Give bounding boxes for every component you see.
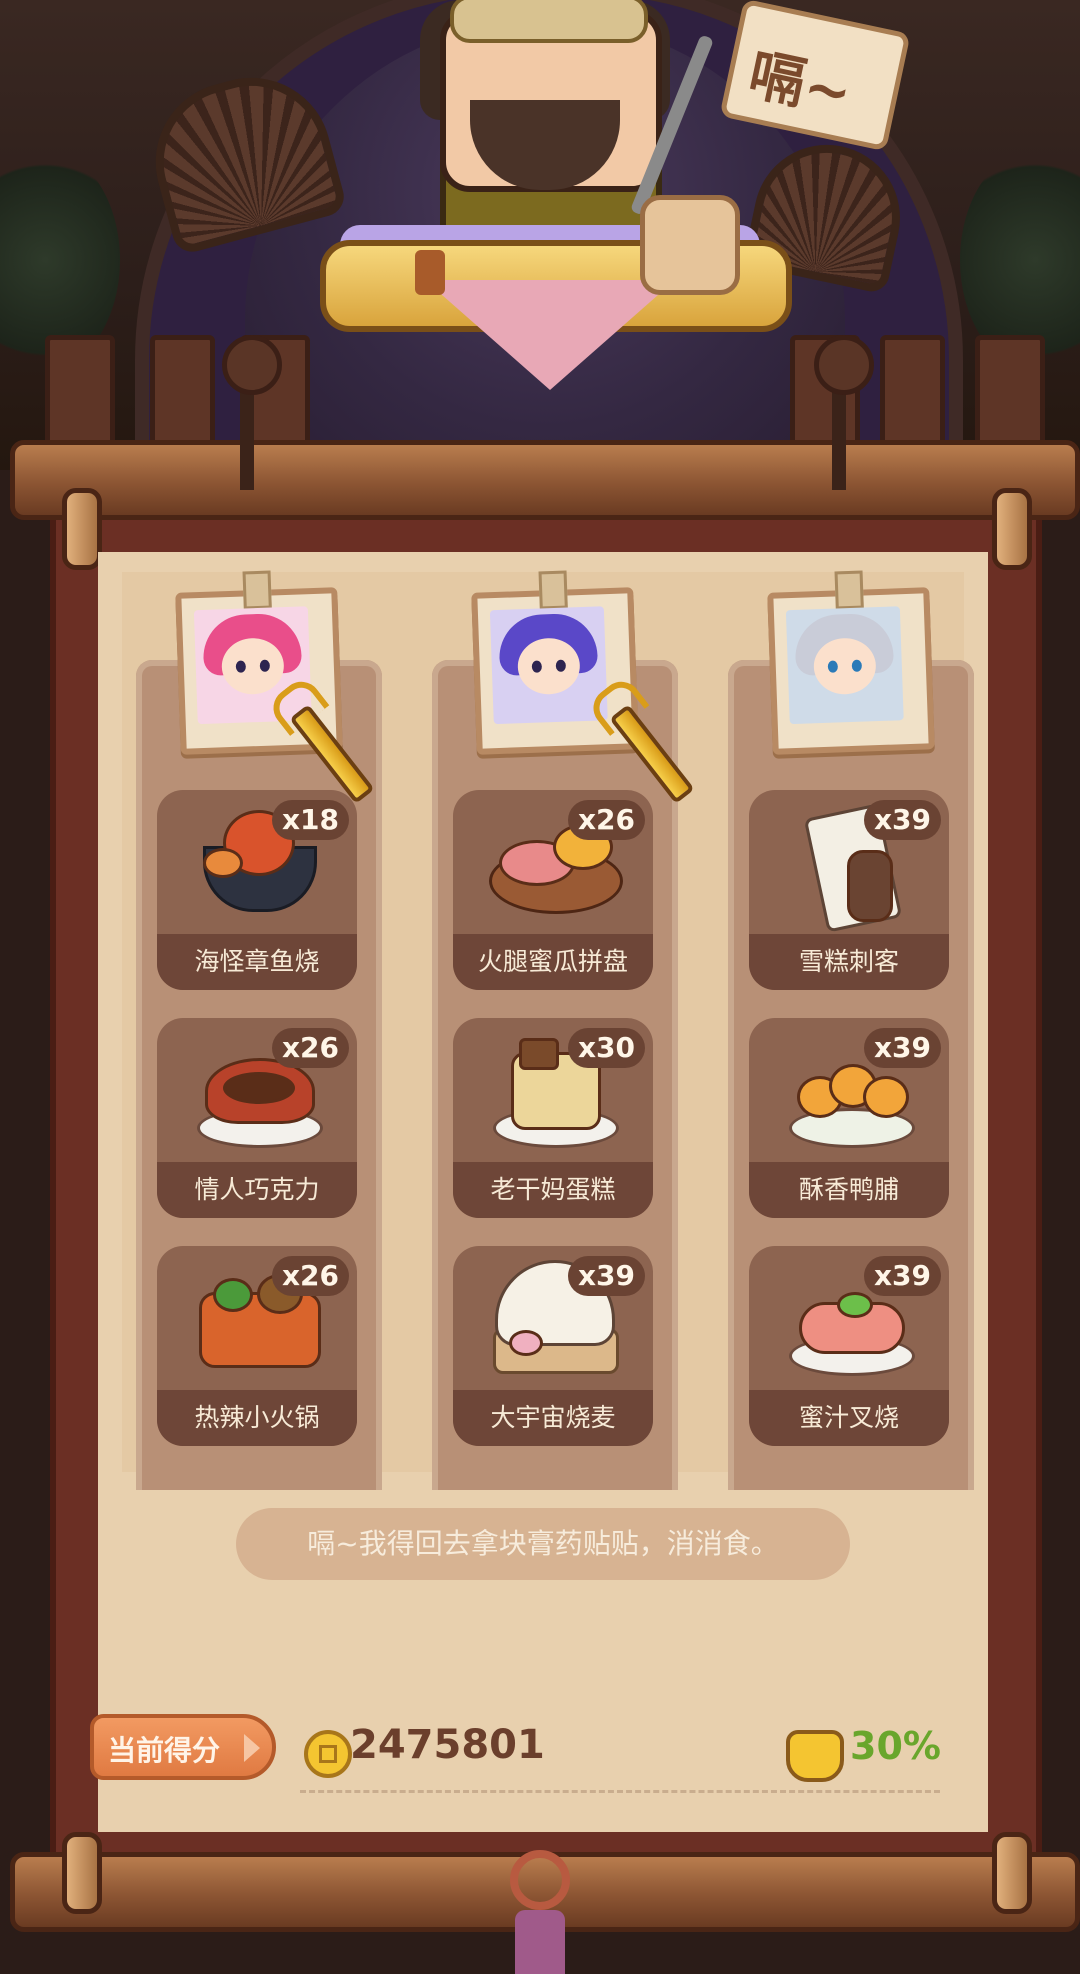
brush-cup-icon [415,250,445,295]
dish-name: 热辣小火锅 [157,1390,357,1446]
diner-portrait[interactable] [767,570,935,755]
divider [300,1790,940,1793]
dish-name: 蜜汁叉烧 [749,1390,949,1446]
dish-count: x39 [863,1028,941,1068]
dish-count: x39 [863,1256,941,1296]
score-value: 2475801 [350,1722,545,1768]
scroll-cap [992,488,1032,570]
fence-post [150,335,215,455]
avatar [489,606,608,725]
scroll-cap [62,488,102,570]
dish-card[interactable]: x26 火腿蜜瓜拼盘 [453,790,653,990]
dish-count: x26 [271,1256,349,1296]
coin-icon [304,1730,352,1778]
dish-card[interactable]: x30 老干妈蛋糕 [453,1018,653,1218]
bonus-percent: 30% [850,1724,941,1768]
dish-name: 酥香鸭脯 [749,1162,949,1218]
dish-name: 雪糕刺客 [749,934,949,990]
rope-knot-icon [814,335,874,395]
dish-name: 火腿蜜瓜拼盘 [453,934,653,990]
dish-count: x39 [567,1256,645,1296]
current-score-label: 当前得分 [90,1714,276,1780]
dish-card[interactable]: x18 海怪章鱼烧 [157,790,357,990]
dish-card[interactable]: x26 热辣小火锅 [157,1246,357,1446]
pin-icon [242,570,272,610]
dish-count: x26 [567,800,645,840]
fence-post [975,335,1045,455]
avatar-skin [220,637,285,696]
tassel-knot-icon [485,1850,595,1974]
dialog-message: 嗝~我得回去拿块膏药贴贴，消消食。 [236,1508,850,1580]
avatar-skin [516,637,581,696]
scroll-cap [992,1832,1032,1914]
fence-post [45,335,115,455]
dish-name: 情人巧克力 [157,1162,357,1218]
dish-card[interactable]: x39 蜜汁叉烧 [749,1246,949,1446]
pin-icon [834,570,864,610]
dish-count: x39 [863,800,941,840]
scroll-cap [62,1832,102,1914]
dish-card[interactable]: x39 雪糕刺客 [749,790,949,990]
dish-card[interactable]: x26 情人巧克力 [157,1018,357,1218]
dish-count: x26 [271,1028,349,1068]
bonus-pot-icon [786,1730,844,1782]
banquet-scene: 嗝~ [0,0,1080,470]
dish-card[interactable]: x39 酥香鸭脯 [749,1018,949,1218]
fence-post [880,335,945,455]
score-label-text: 当前得分 [108,1734,221,1767]
dish-name: 大宇宙烧麦 [453,1390,653,1446]
rope-knot-icon [222,335,282,395]
dish-name: 海怪章鱼烧 [157,934,357,990]
dish-card[interactable]: x39 大宇宙烧麦 [453,1246,653,1446]
dish-name: 老干妈蛋糕 [453,1162,653,1218]
dish-count: x30 [567,1028,645,1068]
dish-count: x18 [271,800,349,840]
stacked-bowls-icon [640,195,740,295]
scroll-top-rod [10,440,1080,520]
pin-icon [538,570,568,610]
avatar [785,606,904,725]
play-arrow-icon [244,1734,260,1762]
crown-icon [450,0,648,43]
burp-sign-text: 嗝~ [743,42,858,128]
avatar-skin [812,637,877,696]
